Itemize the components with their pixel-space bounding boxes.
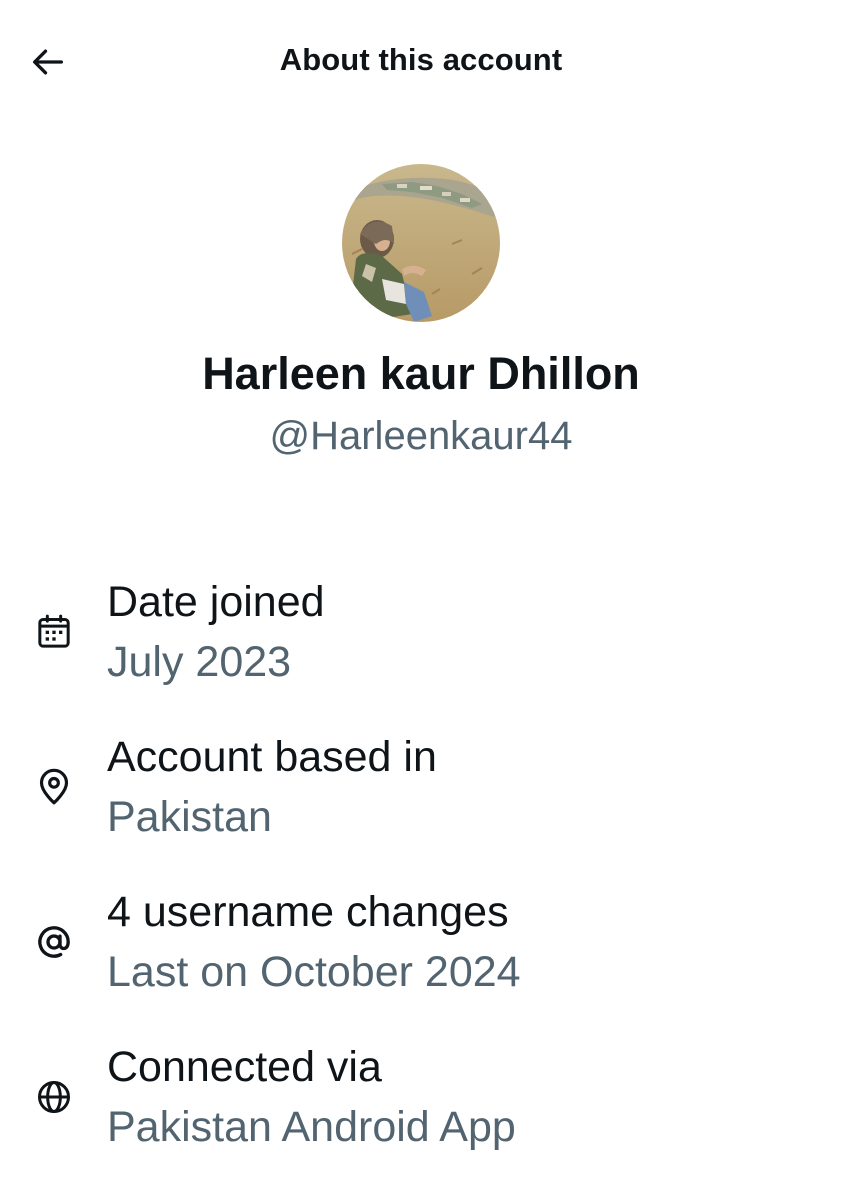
date-joined-value: July 2023 — [107, 638, 292, 686]
username-changes-label: 4 username changes — [107, 888, 509, 936]
profile-photo — [342, 164, 500, 322]
at-sign-icon — [34, 922, 74, 962]
info-row-username-changes[interactable]: 4 username changes Last on October 2024 — [0, 888, 842, 1018]
connected-via-label: Connected via — [107, 1043, 382, 1091]
info-row-connected-via: Connected via Pakistan Android App — [0, 1043, 842, 1173]
top-bar: About this account — [0, 0, 842, 124]
calendar-icon — [34, 612, 74, 652]
display-name: Harleen kaur Dhillon — [202, 348, 640, 399]
page-title: About this account — [279, 42, 563, 77]
globe-icon — [34, 1077, 74, 1117]
info-row-account-based-in: Account based in Pakistan — [0, 733, 842, 863]
date-joined-label: Date joined — [107, 578, 325, 626]
username-handle: @Harleenkaur44 — [269, 414, 573, 458]
avatar[interactable] — [342, 164, 500, 322]
location-pin-icon — [34, 767, 74, 807]
account-based-in-label: Account based in — [107, 733, 437, 781]
connected-via-value: Pakistan Android App — [107, 1103, 516, 1151]
account-based-in-value: Pakistan — [107, 793, 272, 841]
info-row-date-joined: Date joined July 2023 — [0, 578, 842, 708]
username-changes-value: Last on October 2024 — [107, 948, 521, 996]
